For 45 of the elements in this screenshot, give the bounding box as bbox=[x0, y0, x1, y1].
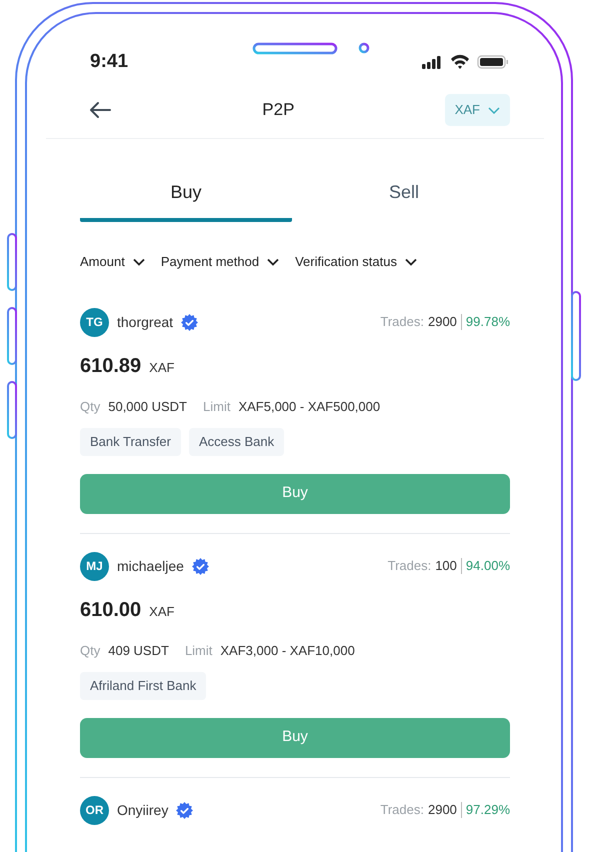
signal-icon bbox=[422, 56, 440, 69]
price: 610.89 bbox=[80, 354, 142, 378]
trades-count: 2900 bbox=[428, 313, 457, 332]
page-title: P2P bbox=[262, 99, 294, 122]
trades-label: Trades: bbox=[388, 557, 432, 576]
trades-count: 2900 bbox=[428, 801, 457, 820]
price: 610.00 bbox=[80, 598, 142, 622]
status-time: 9:41 bbox=[90, 50, 128, 74]
avatar: TG bbox=[80, 308, 109, 336]
avatar: OR bbox=[80, 796, 109, 824]
qty-label: Qty bbox=[80, 642, 100, 660]
chevron-down-icon bbox=[404, 258, 417, 266]
filter-dropdown[interactable]: Amount bbox=[80, 252, 145, 272]
battery-icon bbox=[477, 55, 508, 69]
limit-label: Limit bbox=[184, 642, 212, 660]
filter-dropdown[interactable]: Verification status bbox=[295, 252, 417, 272]
avatar: MJ bbox=[80, 552, 109, 580]
limit-label: Limit bbox=[203, 398, 230, 416]
trades-label: Trades: bbox=[380, 801, 424, 820]
qty-value: 409 USDT bbox=[108, 642, 169, 660]
limit-value: XAF5,000 - XAF500,000 bbox=[238, 398, 380, 416]
qty-value: 50,000 USDT bbox=[108, 398, 187, 416]
payment-method-tag: Bank Transfer bbox=[80, 428, 181, 456]
price-currency: XAF bbox=[149, 602, 174, 620]
username: michaeljee bbox=[117, 556, 184, 576]
trades-count: 100 bbox=[435, 557, 457, 576]
filter-dropdown[interactable]: Payment method bbox=[160, 252, 280, 272]
limit-value: XAF3,000 - XAF10,000 bbox=[220, 642, 355, 660]
qty-label: Qty bbox=[80, 398, 100, 416]
payment-method-tag: Afriland First Bank bbox=[80, 672, 206, 700]
price-currency: XAF bbox=[149, 358, 174, 376]
payment-method-tag: Access Bank bbox=[188, 428, 284, 456]
completion-rate: 94.00% bbox=[466, 557, 510, 576]
back-arrow-icon[interactable] bbox=[88, 101, 112, 119]
username: thorgreat bbox=[117, 312, 174, 332]
completion-rate: 99.78% bbox=[466, 313, 510, 332]
trades-label: Trades: bbox=[380, 313, 424, 332]
chevron-down-icon bbox=[132, 258, 145, 266]
chevron-down-icon bbox=[488, 106, 500, 114]
wifi-icon bbox=[451, 54, 469, 69]
tab[interactable]: Sell bbox=[298, 179, 510, 222]
completion-rate: 97.29% bbox=[466, 801, 510, 820]
chevron-down-icon bbox=[267, 258, 280, 266]
username: Onyiirey bbox=[117, 800, 168, 820]
tab[interactable]: Buy bbox=[80, 177, 292, 222]
